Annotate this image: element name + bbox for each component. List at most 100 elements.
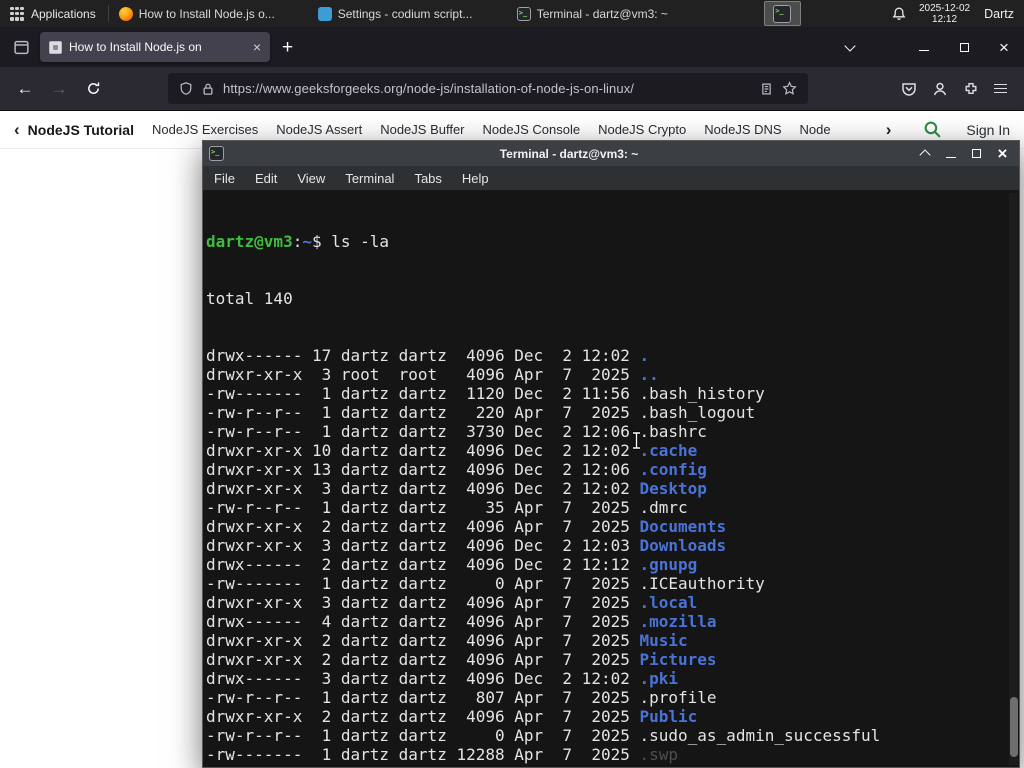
active-task-button[interactable] [763, 1, 801, 26]
back-button[interactable]: ← [8, 74, 42, 104]
terminal-output-line: -rw------- 1 dartz dartz 1120 Dec 2 11:5… [206, 384, 765, 403]
account-icon[interactable] [932, 81, 948, 97]
firefox-icon [118, 6, 133, 21]
file-name: .local [639, 593, 698, 612]
new-tab-button[interactable]: + [282, 38, 293, 57]
taskbar-window-button[interactable]: Terminal - dartz@vm3: ~ [510, 2, 707, 25]
pocket-icon[interactable] [901, 81, 917, 97]
taskbar-window-button[interactable]: Settings - codium script... [311, 2, 508, 25]
terminal-output-line: -rw-r--r-- 1 dartz dartz 807 Apr 7 2025 … [206, 688, 717, 707]
tab-title: How to Install Node.js on [69, 40, 202, 54]
file-name: Documents [639, 517, 727, 536]
file-name: .cache [639, 441, 698, 460]
url-text[interactable]: https://www.geeksforgeeks.org/node-js/in… [223, 81, 751, 96]
file-name: . [639, 346, 650, 365]
terminal-output-line: -rw-r--r-- 1 dartz dartz 220 Apr 7 2025 … [206, 403, 756, 422]
tracking-shield-icon[interactable] [179, 81, 193, 96]
taskbar-window-title: Terminal - dartz@vm3: ~ [536, 6, 668, 21]
terminal-close-icon[interactable]: × [996, 145, 1009, 162]
taskbar-window-title: How to Install Node.js o... [138, 6, 275, 21]
site-nav-item[interactable]: NodeJS Buffer [380, 122, 464, 137]
site-nav-item[interactable]: NodeJS Tutorial [28, 122, 134, 138]
window-maximize-icon[interactable] [956, 39, 972, 55]
browser-tab-bar: How to Install Node.js on × + × [0, 27, 1024, 67]
site-nav-item[interactable]: NodeJS Assert [276, 122, 362, 137]
file-name: .ICEauthority [639, 574, 765, 593]
terminal-menu-view[interactable]: View [297, 171, 325, 186]
codium-icon [317, 6, 332, 21]
panel-status-area: 2025-12-02 12:12 Dartz [891, 3, 1024, 25]
site-nav-item[interactable]: NodeJS DNS [704, 122, 781, 137]
firefox-view-button[interactable] [8, 34, 34, 60]
file-name: .config [639, 460, 707, 479]
terminal-menu-file[interactable]: File [214, 171, 235, 186]
terminal-shade-icon[interactable] [918, 147, 931, 161]
window-close-icon[interactable]: × [996, 39, 1012, 56]
terminal-output-line: -rw------- 1 dartz dartz 12288 Apr 7 202… [206, 745, 679, 764]
terminal-title-bar[interactable]: Terminal - dartz@vm3: ~ × [203, 141, 1019, 166]
terminal-output-line: drwxr-xr-x 2 dartz dartz 4096 Apr 7 2025… [206, 650, 717, 669]
browser-tab[interactable]: How to Install Node.js on × [40, 32, 270, 62]
terminal-minimize-icon[interactable] [944, 147, 957, 160]
window-minimize-icon[interactable] [916, 39, 932, 55]
terminal-output-line: drwx------ 2 dartz dartz 4096 Dec 2 12:1… [206, 555, 698, 574]
forward-button[interactable]: → [42, 74, 76, 104]
terminal-output-line: drwx------ 3 dartz dartz 4096 Dec 2 12:0… [206, 669, 679, 688]
sign-in-button[interactable]: Sign In [966, 122, 1010, 138]
terminal-maximize-icon[interactable] [970, 147, 983, 160]
menu-icon[interactable] [994, 84, 1007, 93]
site-nav-item[interactable]: NodeJS Console [483, 122, 581, 137]
file-name: .mozilla [639, 612, 717, 631]
terminal-scrollbar-thumb[interactable] [1010, 697, 1018, 757]
terminal-icon [516, 6, 531, 21]
terminal-output[interactable]: dartz@vm3:~$ ls -la total 140 drwx------… [203, 191, 1019, 767]
lock-icon [203, 83, 213, 95]
taskbar-window-list: How to Install Node.js o... Settings - co… [111, 0, 708, 27]
terminal-menu-terminal[interactable]: Terminal [345, 171, 394, 186]
tab-close-icon[interactable]: × [253, 40, 261, 54]
terminal-output-line: drwxr-xr-x 2 dartz dartz 4096 Apr 7 2025… [206, 764, 1019, 767]
terminal-window-controls: × [914, 145, 1013, 162]
terminal-menu-edit[interactable]: Edit [255, 171, 277, 186]
site-nav-item[interactable]: NodeJS Crypto [598, 122, 686, 137]
terminal-output-line: -rw-r--r-- 1 dartz dartz 35 Apr 7 2025 .… [206, 498, 688, 517]
applications-icon [10, 6, 24, 21]
reload-button[interactable] [76, 74, 110, 104]
panel-clock[interactable]: 2025-12-02 12:12 [919, 3, 970, 25]
file-name: .sudo_as_admin_successful [639, 726, 881, 745]
search-icon[interactable] [923, 120, 942, 139]
panel-separator [107, 5, 109, 22]
notification-bell-icon[interactable] [891, 6, 907, 22]
nav-scroll-left-icon[interactable]: ‹ [14, 121, 20, 138]
terminal-title: Terminal - dartz@vm3: ~ [499, 146, 639, 161]
file-name: Templates [639, 764, 726, 767]
taskbar-window-button[interactable]: How to Install Node.js o... [112, 2, 309, 25]
file-name: .bashrc [639, 422, 707, 441]
terminal-output-line: -rw-r--r-- 1 dartz dartz 3730 Dec 2 12:0… [206, 422, 707, 441]
file-name: .. [639, 365, 659, 384]
terminal-output-line: drwxr-xr-x 2 dartz dartz 4096 Apr 7 2025… [206, 517, 727, 536]
terminal-scrollbar[interactable] [1009, 193, 1018, 765]
applications-menu-button[interactable]: Applications [0, 0, 106, 27]
taskbar-window-title: Settings - codium script... [337, 6, 473, 21]
list-tabs-icon[interactable] [844, 39, 856, 52]
site-nav-items: NodeJS Tutorial NodeJS Exercises NodeJS As… [28, 122, 831, 138]
file-name: Downloads [639, 536, 727, 555]
site-nav-item[interactable]: NodeJS Exercises [152, 122, 258, 137]
file-name: Pictures [639, 650, 717, 669]
nav-scroll-right-icon[interactable]: › [886, 121, 892, 138]
terminal-menu-tabs[interactable]: Tabs [414, 171, 441, 186]
address-bar[interactable]: https://www.geeksforgeeks.org/node-js/in… [168, 73, 808, 104]
terminal-menu-help[interactable]: Help [462, 171, 489, 186]
terminal-icon [773, 4, 792, 23]
bookmark-star-icon[interactable] [782, 81, 797, 96]
typed-command: ls -la [331, 232, 390, 251]
file-name: .swp [639, 745, 679, 764]
user-menu[interactable]: Dartz [984, 7, 1014, 21]
tabbar-controls: × [844, 39, 1016, 56]
site-nav-item[interactable]: Node [800, 122, 831, 137]
site-nav-right: › Sign In [886, 120, 1010, 139]
terminal-output-line: drwxr-xr-x 3 dartz dartz 4096 Dec 2 12:0… [206, 479, 707, 498]
extensions-icon[interactable] [963, 81, 979, 97]
reader-mode-icon[interactable] [760, 82, 773, 96]
